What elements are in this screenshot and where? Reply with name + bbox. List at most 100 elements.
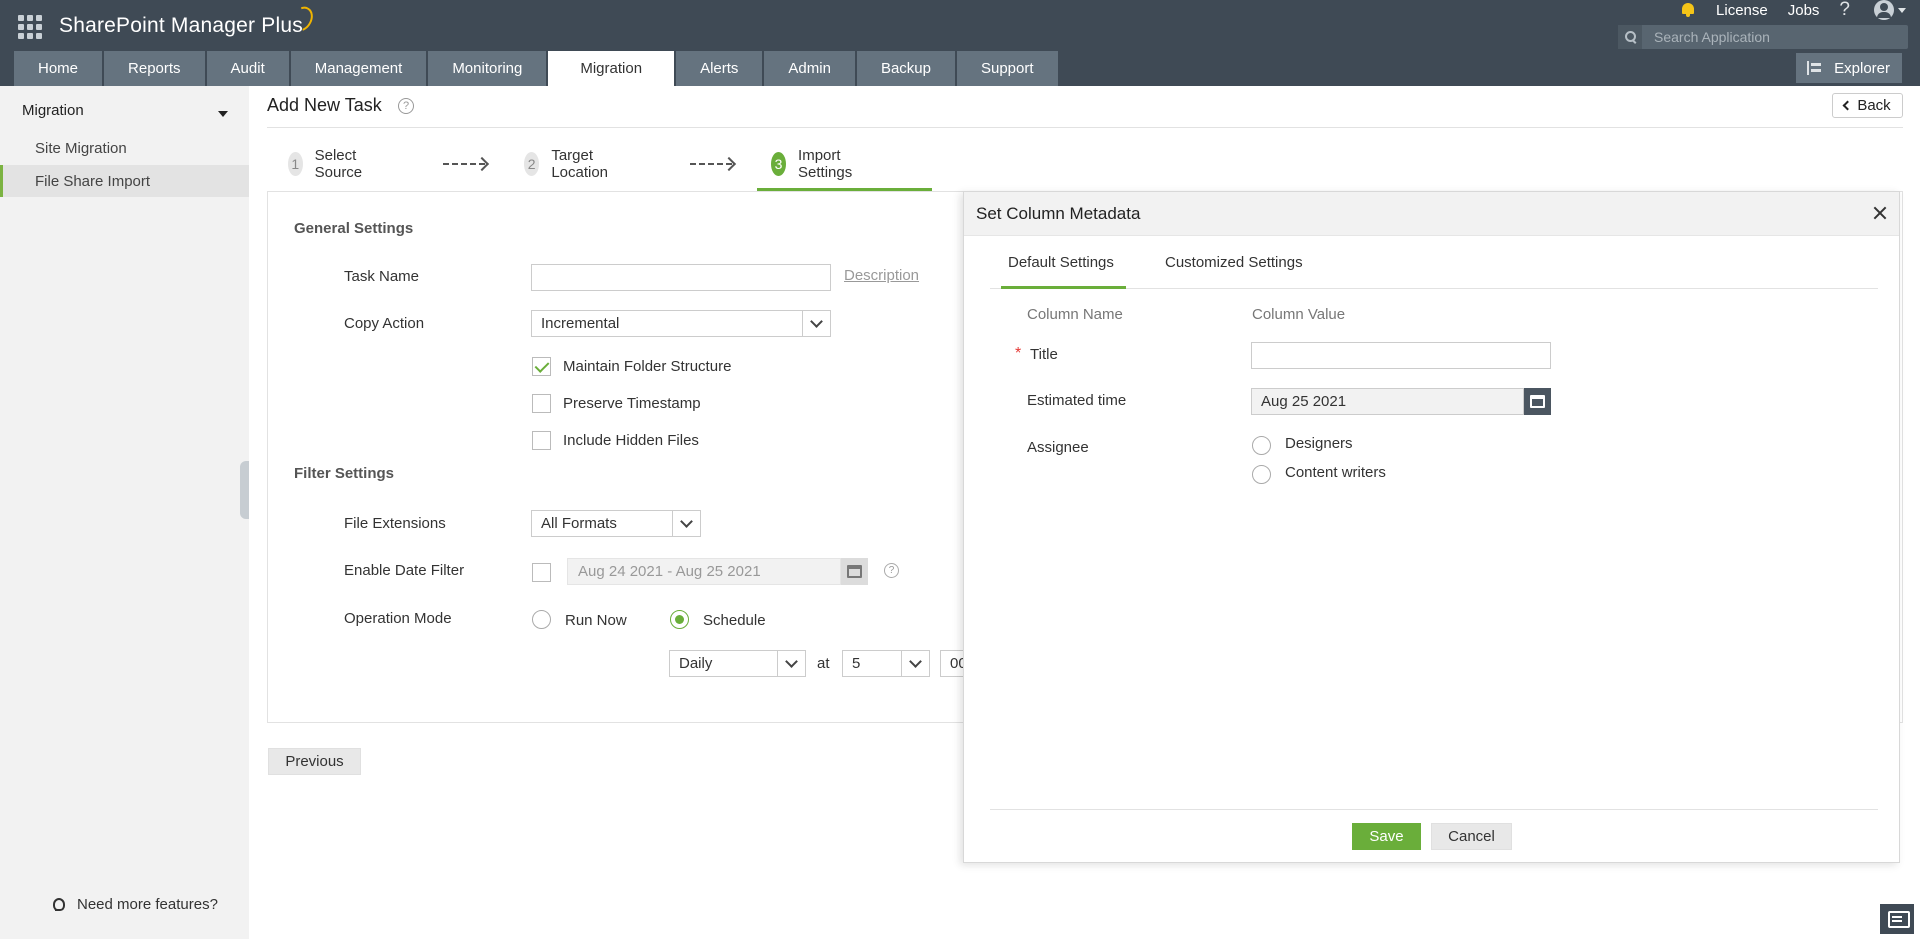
tab-management[interactable]: Management [290, 51, 427, 86]
bell-icon[interactable] [1680, 2, 1696, 18]
app-grid-icon[interactable] [18, 15, 42, 39]
at-label: at [817, 655, 830, 672]
set-column-metadata-dialog: Set Column Metadata Default Settings Cus… [963, 191, 1900, 863]
sidebar-item-site-migration[interactable]: Site Migration [0, 132, 249, 164]
general-settings-heading: General Settings [294, 220, 414, 237]
search-icon[interactable] [1618, 25, 1642, 49]
tab-migration[interactable]: Migration [548, 51, 675, 86]
tab-backup[interactable]: Backup [856, 51, 955, 86]
chat-icon[interactable] [1880, 904, 1914, 934]
step-label: Target Location [551, 147, 609, 181]
estimated-time-label: Estimated time [1027, 392, 1127, 409]
tab-default-settings[interactable]: Default Settings [1008, 254, 1114, 271]
tab-alerts[interactable]: Alerts [676, 51, 763, 86]
tab-reports[interactable]: Reports [104, 51, 205, 86]
cancel-button[interactable]: Cancel [1431, 823, 1512, 850]
tab-home[interactable]: Home [14, 51, 103, 86]
explorer-button[interactable]: Explorer [1796, 53, 1902, 83]
assignee-designers-label: Designers [1285, 435, 1353, 452]
task-name-input[interactable] [531, 264, 831, 291]
chevron-down-icon [802, 311, 830, 336]
file-extensions-label: File Extensions [344, 515, 446, 532]
help-icon[interactable]: ? [398, 98, 414, 114]
calendar-icon[interactable] [1524, 388, 1551, 415]
preserve-timestamp-checkbox[interactable] [532, 394, 551, 413]
sidebar-heading[interactable]: Migration [22, 102, 84, 119]
top-links: License Jobs ? [1680, 0, 1906, 20]
chevron-down-icon[interactable] [218, 111, 228, 117]
chevron-down-icon [901, 651, 929, 676]
user-avatar-icon[interactable] [1874, 0, 1894, 20]
dialog-title: Set Column Metadata [976, 204, 1141, 223]
divider [267, 127, 1903, 128]
column-name-header: Column Name [1027, 306, 1123, 323]
tab-admin[interactable]: Admin [764, 51, 855, 86]
date-filter-label: Enable Date Filter [344, 562, 465, 579]
divider [990, 809, 1878, 810]
title-input[interactable] [1251, 342, 1551, 369]
run-now-label: Run Now [565, 612, 627, 629]
need-more-features-link[interactable]: Need more features? [48, 895, 218, 913]
operation-mode-label: Operation Mode [344, 610, 452, 627]
hour-value: 5 [852, 655, 861, 672]
frequency-select[interactable]: Daily [669, 650, 806, 677]
back-label: Back [1857, 97, 1891, 114]
date-filter-checkbox[interactable] [532, 563, 551, 582]
chevron-down-icon[interactable] [1898, 7, 1906, 13]
date-range-field[interactable]: Aug 24 2021 - Aug 25 2021 [567, 558, 841, 585]
schedule-radio[interactable] [670, 610, 689, 629]
brand-name: SharePoint Manager Plus [59, 14, 303, 37]
search-box [1618, 25, 1908, 49]
active-tab-indicator [1001, 286, 1126, 289]
column-value-header: Column Value [1252, 306, 1346, 323]
include-hidden-checkbox[interactable] [532, 431, 551, 450]
assignee-designers-radio[interactable] [1252, 436, 1271, 455]
copy-action-select[interactable]: Incremental [531, 310, 831, 337]
help-icon[interactable]: ? [1839, 0, 1850, 21]
estimated-time-field[interactable]: Aug 25 2021 [1251, 388, 1524, 415]
previous-button[interactable]: Previous [268, 748, 361, 775]
main-nav: Home Reports Audit Management Monitoring… [14, 51, 1060, 86]
tab-customized-settings[interactable]: Customized Settings [1165, 254, 1303, 271]
run-now-radio[interactable] [532, 610, 551, 629]
dialog-header: Set Column Metadata [964, 192, 1899, 236]
tab-support[interactable]: Support [956, 51, 1058, 86]
assignee-content-writers-radio[interactable] [1252, 465, 1271, 484]
hour-select[interactable]: 5 [842, 650, 930, 677]
step-label: Import Settings [798, 147, 853, 181]
sidebar-collapse-handle[interactable] [240, 461, 249, 519]
step-select-source[interactable]: 1 Select Source [288, 147, 372, 181]
copy-action-value: Incremental [541, 315, 620, 332]
file-extensions-select[interactable]: All Formats [531, 510, 701, 537]
license-link[interactable]: License [1716, 2, 1768, 19]
assignee-label: Assignee [1027, 439, 1089, 456]
tab-audit[interactable]: Audit [206, 51, 289, 86]
copy-action-label: Copy Action [344, 315, 425, 332]
step-label: Select Source [314, 147, 363, 181]
description-link[interactable]: Description [844, 267, 919, 284]
assignee-content-writers-label: Content writers [1285, 464, 1386, 481]
lightbulb-icon [48, 895, 66, 913]
frequency-value: Daily [679, 655, 713, 672]
file-extensions-value: All Formats [541, 515, 617, 532]
step-number: 1 [288, 152, 303, 176]
calendar-icon[interactable] [841, 558, 868, 585]
step-number: 2 [524, 152, 540, 176]
close-icon[interactable] [1871, 204, 1889, 222]
sidebar-item-file-share-import[interactable]: File Share Import [0, 165, 249, 197]
search-input[interactable] [1642, 25, 1908, 49]
back-button[interactable]: Back [1832, 93, 1903, 118]
maintain-folder-checkbox[interactable] [532, 357, 551, 376]
title-label: Title [1030, 346, 1058, 363]
step-target-location[interactable]: 2 Target Location [524, 147, 617, 181]
top-bar: SharePoint Manager Plus License Jobs ? H… [0, 0, 1920, 86]
include-hidden-label: Include Hidden Files [563, 432, 699, 449]
help-icon[interactable]: ? [884, 563, 899, 578]
preserve-timestamp-label: Preserve Timestamp [563, 395, 701, 412]
chevron-down-icon [777, 651, 805, 676]
jobs-link[interactable]: Jobs [1788, 2, 1820, 19]
estimated-time-value: Aug 25 2021 [1261, 393, 1347, 410]
tab-monitoring[interactable]: Monitoring [428, 51, 547, 86]
step-import-settings[interactable]: 3 Import Settings [771, 147, 861, 181]
save-button[interactable]: Save [1352, 823, 1421, 850]
